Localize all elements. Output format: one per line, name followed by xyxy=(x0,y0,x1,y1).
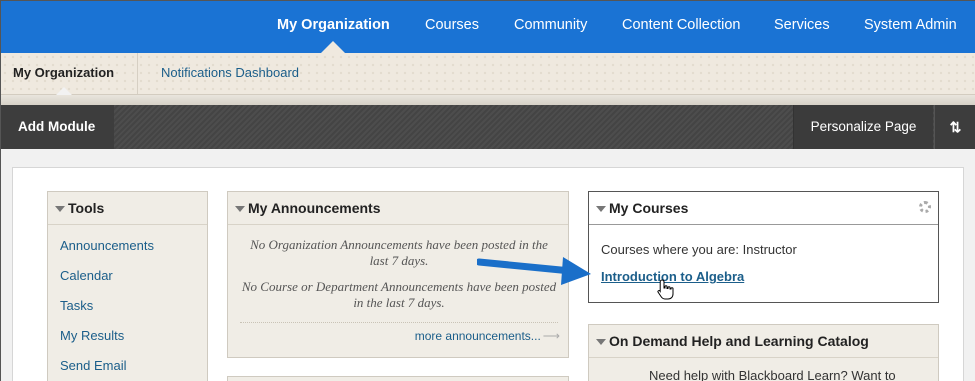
tools-module: Tools Announcements Calendar Tasks My Re… xyxy=(47,191,208,381)
more-announcements-label: more announcements... xyxy=(414,329,541,343)
tab-courses[interactable]: Courses xyxy=(425,1,479,49)
tab-community[interactable]: Community xyxy=(514,1,587,49)
more-announcements-link[interactable]: more announcements... ⟶ xyxy=(415,329,560,343)
callout-arrow-icon xyxy=(477,257,591,285)
collapse-triangle-icon[interactable] xyxy=(55,206,65,212)
help-module: On Demand Help and Learning Catalog Need… xyxy=(588,324,939,381)
divider xyxy=(240,322,558,323)
subnav-notifications-dashboard[interactable]: Notifications Dashboard xyxy=(161,53,299,94)
tools-link-send-email[interactable]: Send Email xyxy=(60,358,126,373)
next-module-top xyxy=(227,376,569,381)
tools-link-tasks[interactable]: Tasks xyxy=(60,298,93,313)
help-title: On Demand Help and Learning Catalog xyxy=(609,333,869,349)
collapse-triangle-icon[interactable] xyxy=(596,206,606,212)
tab-system-admin[interactable]: System Admin xyxy=(864,1,957,49)
collapse-triangle-icon[interactable] xyxy=(596,339,606,345)
help-body-text: Need help with Blackboard Learn? Want to xyxy=(649,368,896,381)
active-tab-caret xyxy=(321,41,345,53)
tools-title: Tools xyxy=(68,200,105,216)
my-courses-title: My Courses xyxy=(609,200,689,216)
tools-link-my-results[interactable]: My Results xyxy=(60,328,124,343)
announcements-title: My Announcements xyxy=(248,200,381,216)
add-module-button[interactable]: Add Module xyxy=(1,105,114,149)
top-navigation: My Organization Courses Community Conten… xyxy=(1,1,975,53)
help-header[interactable]: On Demand Help and Learning Catalog xyxy=(589,325,938,358)
tools-link-announcements[interactable]: Announcements xyxy=(60,238,154,253)
reorder-icon[interactable]: ⇅ xyxy=(934,105,975,149)
subnav-caret xyxy=(56,87,72,95)
tools-header[interactable]: Tools xyxy=(48,192,207,225)
tab-services[interactable]: Services xyxy=(774,1,830,49)
course-role-text: Courses where you are: Instructor xyxy=(601,242,797,257)
personalize-page-button[interactable]: Personalize Page xyxy=(793,105,933,149)
my-courses-header[interactable]: My Courses xyxy=(589,192,938,225)
tab-content-collection[interactable]: Content Collection xyxy=(622,1,741,49)
divider xyxy=(1,95,975,105)
sub-navigation: My Organization Notifications Dashboard xyxy=(1,53,975,95)
collapse-triangle-icon[interactable] xyxy=(235,206,245,212)
tools-link-calendar[interactable]: Calendar xyxy=(60,268,113,283)
gear-icon[interactable] xyxy=(919,201,931,213)
action-bar: Add Module Personalize Page ⇅ xyxy=(1,105,975,149)
my-courses-module: My Courses Courses where you are: Instru… xyxy=(588,191,939,303)
hand-cursor-icon xyxy=(657,279,674,300)
announcements-header[interactable]: My Announcements xyxy=(228,192,568,225)
arrow-right-icon: ⟶ xyxy=(542,329,560,343)
